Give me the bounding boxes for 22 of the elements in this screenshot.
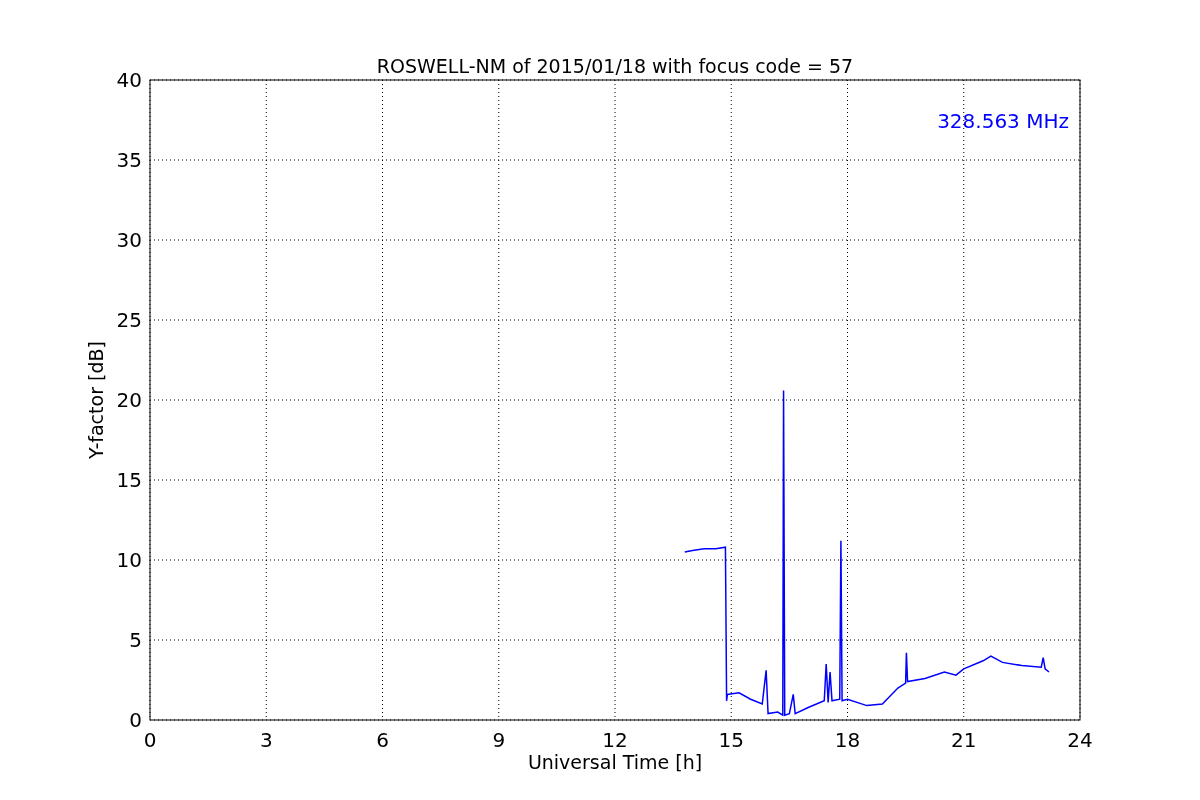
y-tick-label: 25 — [116, 308, 142, 332]
frequency-label: 328.563 MHz — [937, 109, 1069, 133]
y-tick-label: 40 — [116, 68, 142, 92]
y-tick-label: 0 — [129, 708, 142, 732]
y-tick-label: 10 — [116, 548, 142, 572]
x-tick-label: 21 — [951, 728, 977, 752]
y-tick-label: 20 — [116, 388, 142, 412]
x-tick-label: 3 — [259, 728, 273, 752]
x-tick-label: 24 — [1067, 728, 1093, 752]
x-tick-label: 9 — [492, 728, 506, 752]
x-axis-label: Universal Time [h] — [527, 751, 703, 773]
y-tick-label: 15 — [116, 468, 142, 492]
x-tick-label: 15 — [718, 728, 744, 752]
y-tick-label: 35 — [116, 148, 142, 172]
x-tick-label: 18 — [834, 728, 861, 752]
x-tick-label: 0 — [143, 728, 157, 752]
y-tick-label: 5 — [129, 628, 142, 652]
chart-title: ROSWELL-NM of 2015/01/18 with focus code = 57 — [376, 55, 854, 77]
x-tick-label: 12 — [602, 728, 628, 752]
x-tick-label: 6 — [376, 728, 389, 752]
y-tick-label: 30 — [116, 228, 142, 252]
y-axis-label: Y-factor [dB] — [85, 341, 107, 459]
